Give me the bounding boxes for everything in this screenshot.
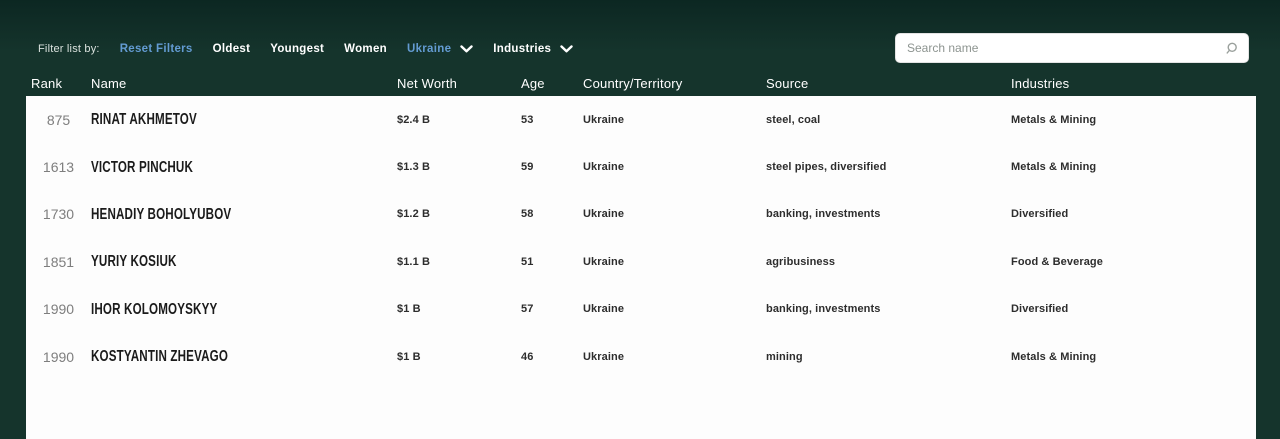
column-header-name[interactable]: Name: [91, 76, 397, 91]
search-box: [895, 33, 1249, 63]
name-cell[interactable]: HENADIY BOHOLYUBOV: [91, 205, 397, 224]
person-name: IHOR KOLOMOYSKYY: [91, 301, 217, 319]
person-name: KOSTYANTIN ZHEVAGO: [91, 348, 228, 366]
table-row[interactable]: 875 RINAT AKHMETOV $2.4 B 53 Ukraine ste…: [26, 96, 1256, 143]
source-cell: steel, coal: [766, 114, 1011, 126]
column-header-rank[interactable]: Rank: [26, 76, 91, 91]
industries-filter-label: Industries: [493, 43, 551, 55]
country-filter-label: Ukraine: [407, 43, 451, 55]
industries-cell: Diversified: [1011, 303, 1256, 315]
name-cell[interactable]: IHOR KOLOMOYSKYY: [91, 300, 397, 319]
industries-cell: Food & Beverage: [1011, 256, 1256, 268]
industries-cell: Metals & Mining: [1011, 351, 1256, 363]
column-header-net-worth[interactable]: Net Worth: [397, 76, 521, 91]
column-header-industries[interactable]: Industries: [1011, 76, 1256, 91]
source-cell: mining: [766, 351, 1011, 363]
source-cell: agribusiness: [766, 256, 1011, 268]
source-cell: steel pipes, diversified: [766, 161, 1011, 173]
table-row[interactable]: 1990 IHOR KOLOMOYSKYY $1 B 57 Ukraine ba…: [26, 286, 1256, 333]
table-row[interactable]: 1990 KOSTYANTIN ZHEVAGO $1 B 46 Ukraine …: [26, 333, 1256, 380]
net-worth-cell: $1.3 B: [397, 161, 521, 173]
filter-bar: Filter list by: Reset Filters Oldest You…: [38, 40, 573, 58]
person-name: YURIY KOSIUK: [91, 253, 177, 271]
country-cell: Ukraine: [583, 351, 766, 363]
rank-cell: 1990: [26, 349, 91, 365]
country-filter-dropdown[interactable]: Ukraine: [407, 43, 473, 55]
filter-women-label: Women: [344, 43, 387, 55]
rank-cell: 1613: [26, 159, 91, 175]
chevron-down-icon: [460, 45, 473, 53]
industries-filter-dropdown[interactable]: Industries: [493, 43, 573, 55]
country-cell: Ukraine: [583, 208, 766, 220]
age-cell: 53: [521, 114, 583, 126]
name-cell[interactable]: RINAT AKHMETOV: [91, 110, 397, 129]
column-header-country[interactable]: Country/Territory: [583, 76, 766, 91]
rank-cell: 1851: [26, 254, 91, 270]
rank-cell: 1990: [26, 301, 91, 317]
filter-youngest-button[interactable]: Youngest: [270, 43, 324, 55]
filter-youngest-label: Youngest: [270, 43, 324, 55]
net-worth-cell: $1.1 B: [397, 256, 521, 268]
reset-filters-label: Reset Filters: [120, 43, 193, 55]
age-cell: 57: [521, 303, 583, 315]
net-worth-cell: $1 B: [397, 303, 521, 315]
person-name: RINAT AKHMETOV: [91, 111, 197, 129]
name-cell[interactable]: VICTOR PINCHUK: [91, 158, 397, 177]
column-header-age[interactable]: Age: [521, 76, 583, 91]
rank-cell: 875: [26, 112, 91, 128]
chevron-down-icon: [560, 45, 573, 53]
search-icon[interactable]: [1225, 42, 1248, 55]
person-name: HENADIY BOHOLYUBOV: [91, 206, 231, 224]
rank-cell: 1730: [26, 206, 91, 222]
country-cell: Ukraine: [583, 303, 766, 315]
table-row[interactable]: 1730 HENADIY BOHOLYUBOV $1.2 B 58 Ukrain…: [26, 191, 1256, 238]
person-name: VICTOR PINCHUK: [91, 159, 193, 177]
age-cell: 59: [521, 161, 583, 173]
name-cell[interactable]: YURIY KOSIUK: [91, 252, 397, 271]
industries-cell: Diversified: [1011, 208, 1256, 220]
industries-cell: Metals & Mining: [1011, 114, 1256, 126]
name-cell[interactable]: KOSTYANTIN ZHEVAGO: [91, 347, 397, 366]
column-header-source[interactable]: Source: [766, 76, 1011, 91]
industries-cell: Metals & Mining: [1011, 161, 1256, 173]
billionaires-table: 875 RINAT AKHMETOV $2.4 B 53 Ukraine ste…: [26, 96, 1256, 439]
age-cell: 51: [521, 256, 583, 268]
net-worth-cell: $1 B: [397, 351, 521, 363]
net-worth-cell: $1.2 B: [397, 208, 521, 220]
age-cell: 46: [521, 351, 583, 363]
net-worth-cell: $2.4 B: [397, 114, 521, 126]
filter-women-button[interactable]: Women: [344, 43, 387, 55]
country-cell: Ukraine: [583, 256, 766, 268]
country-cell: Ukraine: [583, 161, 766, 173]
filter-oldest-label: Oldest: [213, 43, 251, 55]
search-input[interactable]: [896, 34, 1225, 62]
filter-bar-label: Filter list by:: [38, 43, 100, 55]
table-header: Rank Name Net Worth Age Country/Territor…: [26, 70, 1256, 96]
country-cell: Ukraine: [583, 114, 766, 126]
age-cell: 58: [521, 208, 583, 220]
source-cell: banking, investments: [766, 208, 1011, 220]
filter-oldest-button[interactable]: Oldest: [213, 43, 251, 55]
table-row[interactable]: 1613 VICTOR PINCHUK $1.3 B 59 Ukraine st…: [26, 143, 1256, 190]
table-row[interactable]: 1851 YURIY KOSIUK $1.1 B 51 Ukraine agri…: [26, 238, 1256, 285]
source-cell: banking, investments: [766, 303, 1011, 315]
reset-filters-button[interactable]: Reset Filters: [120, 43, 193, 55]
